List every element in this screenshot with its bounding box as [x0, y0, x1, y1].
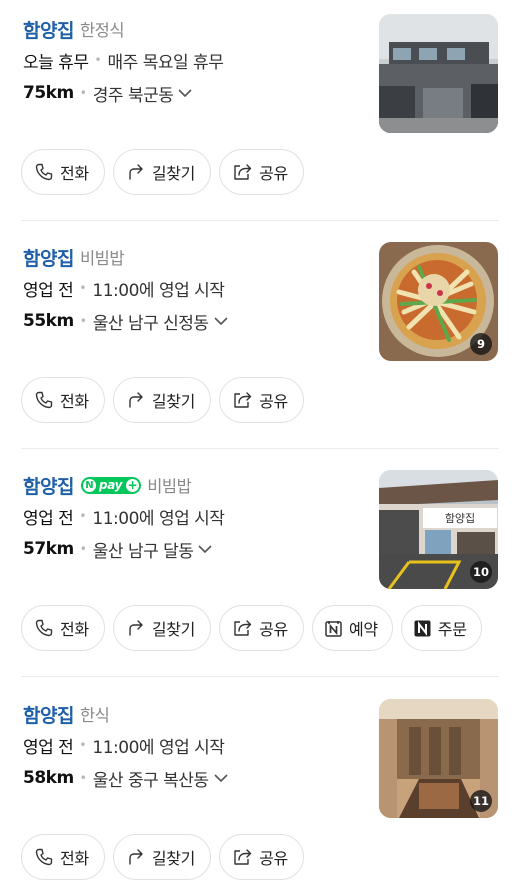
business-hours: 매주 목요일 휴무 [107, 52, 224, 73]
call-label: 전화 [60, 392, 89, 411]
address-toggle[interactable]: 55km • 울산 남구 신정동 [23, 308, 228, 334]
call-button[interactable]: 전화 [21, 377, 105, 423]
call-button[interactable]: 전화 [21, 605, 105, 651]
chevron-down-icon [198, 539, 212, 559]
share-label: 공유 [259, 164, 288, 183]
divider [21, 676, 499, 677]
directions-icon [127, 391, 145, 409]
directions-label: 길찾기 [151, 392, 196, 411]
directions-label: 길찾기 [151, 164, 196, 183]
phone-icon [35, 391, 53, 409]
place-category: 비빔밥 [147, 477, 192, 496]
separator-dot: • [79, 542, 87, 556]
directions-button[interactable]: 길찾기 [112, 834, 212, 880]
order-label: 주문 [437, 620, 467, 639]
directions-button[interactable]: 길찾기 [112, 377, 212, 423]
restaurant-sign-text: 함양집 [445, 512, 475, 525]
reservation-label: 예약 [348, 620, 378, 639]
business-status: 영업 전 [23, 280, 74, 301]
directions-button[interactable]: 길찾기 [112, 149, 212, 195]
directions-label: 길찾기 [151, 849, 196, 868]
plus-icon: + [126, 478, 140, 492]
address: 울산 남구 신정동 [92, 313, 209, 334]
call-button[interactable]: 전화 [21, 149, 105, 195]
separator-dot: • [79, 771, 87, 785]
address-toggle[interactable]: 58km • 울산 중구 복산동 [23, 765, 228, 791]
place-name[interactable]: 함양집 [23, 16, 74, 43]
naver-reservation-icon [325, 620, 342, 637]
address: 경주 북군동 [92, 85, 174, 106]
chevron-down-icon [213, 768, 228, 788]
call-button[interactable]: 전화 [21, 834, 105, 880]
distance: 75km [23, 83, 74, 103]
naver-n-icon: N [82, 478, 96, 492]
photo-count-badge: 9 [470, 333, 492, 355]
distance: 57km [23, 539, 74, 559]
share-icon [233, 619, 252, 637]
chevron-down-icon [213, 311, 228, 331]
separator-dot: • [94, 53, 102, 67]
address: 울산 남구 달동 [92, 541, 194, 562]
business-status: 영업 전 [23, 737, 74, 758]
share-icon [233, 163, 252, 181]
place-name[interactable]: 함양집 [23, 244, 74, 271]
phone-icon [35, 848, 53, 866]
distance: 55km [23, 311, 74, 331]
npay-badge: N pay + [80, 476, 142, 494]
reservation-button[interactable]: 예약 [311, 605, 393, 651]
business-hours: 11:00에 영업 시작 [92, 280, 225, 301]
divider [21, 220, 499, 221]
address-toggle[interactable]: 75km • 경주 북군동 [23, 80, 192, 106]
address-toggle[interactable]: 57km • 울산 남구 달동 [23, 536, 212, 562]
share-label: 공유 [259, 620, 288, 639]
place-name[interactable]: 함양집 [23, 472, 74, 499]
place-category: 한식 [79, 706, 110, 725]
photo-count-badge: 11 [469, 790, 492, 812]
share-button[interactable]: 공유 [219, 377, 304, 423]
separator-dot: • [79, 86, 87, 100]
share-button[interactable]: 공유 [219, 605, 304, 651]
phone-icon [35, 619, 53, 637]
call-label: 전화 [60, 164, 89, 183]
divider [21, 448, 499, 449]
share-button[interactable]: 공유 [219, 149, 304, 195]
npay-label: pay [98, 478, 123, 492]
business-status: 오늘 휴무 [23, 52, 89, 73]
share-icon [233, 391, 252, 409]
business-hours: 11:00에 영업 시작 [92, 737, 225, 758]
separator-dot: • [79, 281, 87, 295]
share-label: 공유 [259, 392, 288, 411]
directions-icon [127, 619, 145, 637]
naver-order-icon [414, 620, 431, 637]
directions-label: 길찾기 [151, 620, 196, 639]
photo-count-badge: 10 [469, 561, 492, 583]
distance: 58km [23, 768, 74, 788]
separator-dot: • [79, 509, 87, 523]
separator-dot: • [79, 738, 87, 752]
place-photo[interactable] [379, 14, 498, 133]
place-category: 한정식 [79, 21, 125, 40]
chevron-down-icon [178, 83, 192, 103]
call-label: 전화 [60, 620, 89, 639]
place-name[interactable]: 함양집 [23, 701, 74, 728]
order-button[interactable]: 주문 [400, 605, 482, 651]
place-photo[interactable]: 11 [379, 699, 498, 818]
share-button[interactable]: 공유 [219, 834, 304, 880]
business-status: 영업 전 [23, 508, 74, 529]
business-hours: 11:00에 영업 시작 [92, 508, 225, 529]
phone-icon [35, 163, 53, 181]
separator-dot: • [79, 314, 87, 328]
place-photo[interactable]: 9 [379, 242, 498, 361]
address: 울산 중구 복산동 [92, 770, 209, 791]
share-label: 공유 [259, 849, 288, 868]
directions-icon [127, 163, 145, 181]
directions-icon [127, 848, 145, 866]
share-icon [233, 848, 252, 866]
place-photo[interactable]: 함양집 10 [379, 470, 498, 589]
call-label: 전화 [60, 849, 89, 868]
place-category: 비빔밥 [79, 249, 125, 268]
directions-button[interactable]: 길찾기 [112, 605, 212, 651]
